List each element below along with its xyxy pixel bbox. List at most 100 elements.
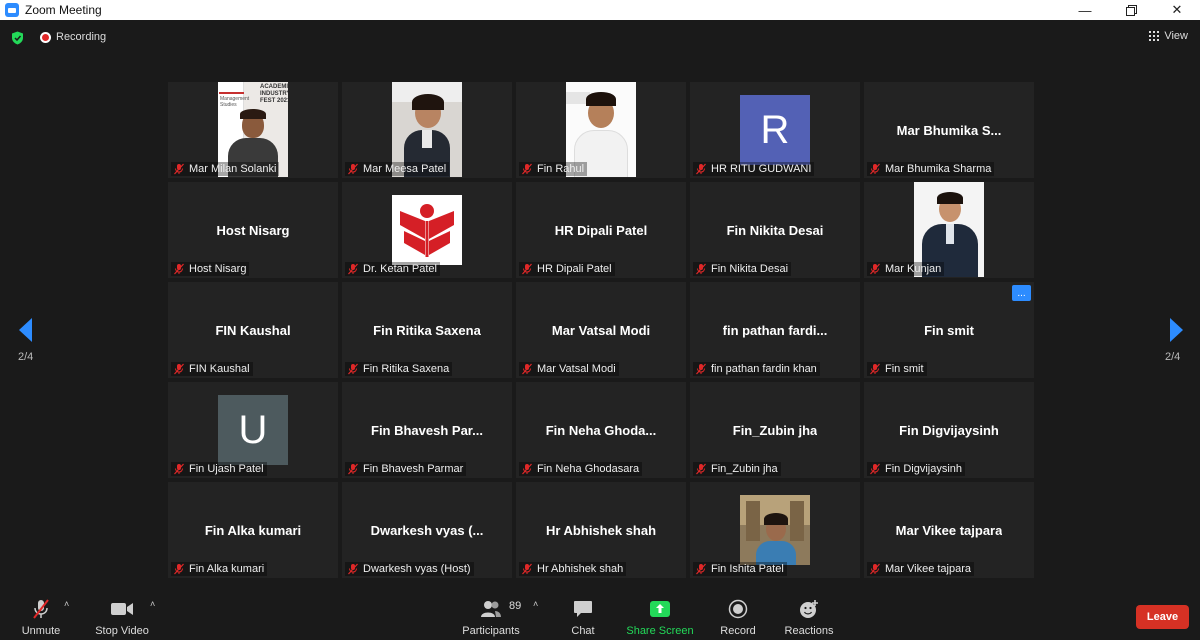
participant-display-name: Mar Vikee tajpara (895, 522, 1003, 538)
participant-tile[interactable]: Fin Ritika Saxena Fin Ritika Saxena (342, 282, 512, 378)
record-label: Record (720, 625, 756, 637)
muted-mic-icon (522, 263, 532, 275)
grid-view-icon (1149, 31, 1160, 41)
participant-tile[interactable]: HR Dipali Patel HR Dipali Patel (516, 182, 686, 278)
muted-mic-icon (870, 163, 880, 175)
participant-tile[interactable]: FIN Kaushal FIN Kaushal (168, 282, 338, 378)
minimize-icon[interactable]: — (1062, 0, 1108, 20)
reactions-button[interactable]: Reactions (782, 596, 836, 640)
muted-mic-icon (348, 563, 358, 575)
audio-options-caret-icon[interactable]: ˄ (64, 599, 69, 609)
participant-display-name: Hr Abhishek shah (545, 522, 657, 538)
participant-name-label: Fin Alka kumari (171, 562, 268, 576)
leave-button[interactable]: Leave (1136, 605, 1189, 629)
previous-page-arrow-icon[interactable] (17, 317, 35, 343)
participant-display-name: Fin Neha Ghoda... (545, 422, 657, 438)
participant-name: Host Nisarg (189, 263, 247, 275)
participant-tile[interactable]: fin pathan fardi... fin pathan fardin kha… (690, 282, 860, 378)
participant-display-name: Mar Vatsal Modi (551, 322, 651, 338)
muted-mic-icon (870, 463, 880, 475)
chat-button[interactable]: Chat (568, 596, 598, 640)
more-options-button[interactable]: ... (1012, 285, 1031, 301)
participant-tile[interactable]: Dr. Ketan Patel (342, 182, 512, 278)
video-options-caret-icon[interactable]: ˄ (150, 599, 155, 609)
participant-name: HR Dipali Patel (537, 263, 612, 275)
participant-name-label: Mar Meesa Patel (345, 162, 450, 176)
participant-display-name: Fin Digvijaysinh (899, 422, 999, 438)
participant-name: Mar Vatsal Modi (537, 363, 616, 375)
muted-mic-icon (348, 263, 358, 275)
participant-display-name: Fin Ritika Saxena (373, 322, 481, 338)
participant-display-name: HR Dipali Patel (554, 222, 648, 238)
view-button[interactable]: View (1149, 30, 1188, 42)
participant-tile[interactable]: Mar Bhumika S... Mar Bhumika Sharma (864, 82, 1034, 178)
stop-video-button[interactable]: Stop Video (92, 596, 152, 640)
participant-tile[interactable]: Fin_Zubin jha Fin_Zubin jha (690, 382, 860, 478)
muted-mic-icon (696, 363, 706, 375)
muted-mic-icon (174, 163, 184, 175)
participant-name-label: Fin Neha Ghodasara (519, 462, 643, 476)
share-screen-icon (649, 598, 671, 620)
participant-display-name: Fin_Zubin jha (732, 422, 818, 438)
participant-tile[interactable]: Fin Neha Ghoda... Fin Neha Ghodasara (516, 382, 686, 478)
record-button[interactable]: Record (719, 596, 757, 640)
muted-mic-icon (348, 363, 358, 375)
participant-tile[interactable]: Fin Rahul (516, 82, 686, 178)
muted-mic-icon (870, 563, 880, 575)
participant-video (740, 495, 810, 565)
participants-button[interactable]: 89 Participants (460, 596, 522, 640)
participant-name-label: Mar Kunjan (867, 262, 945, 276)
participant-tile[interactable]: Fin Ishita Patel (690, 482, 860, 578)
close-icon[interactable]: ✕ (1154, 0, 1200, 20)
participant-tile[interactable]: Host Nisarg Host Nisarg (168, 182, 338, 278)
shield-icon[interactable] (11, 31, 24, 45)
muted-mic-icon (522, 363, 532, 375)
participant-tile[interactable]: U Fin Ujash Patel (168, 382, 338, 478)
participant-tile[interactable]: Dwarkesh vyas (... Dwarkesh vyas (Host) (342, 482, 512, 578)
unmute-button[interactable]: Unmute (18, 596, 64, 640)
participant-tile[interactable]: Mar Vatsal Modi Mar Vatsal Modi (516, 282, 686, 378)
participant-name-label: Fin Bhavesh Parmar (345, 462, 467, 476)
banner-line: FEST 2021 (260, 98, 288, 104)
chat-label: Chat (571, 625, 595, 637)
participant-tile[interactable]: Fin Bhavesh Par... Fin Bhavesh Parmar (342, 382, 512, 478)
participant-name-label: Mar Vikee tajpara (867, 562, 975, 576)
participant-name: Fin Ishita Patel (711, 563, 784, 575)
participant-name-label: FIN Kaushal (171, 362, 253, 376)
record-icon (728, 598, 748, 620)
recording-indicator[interactable]: Recording (40, 31, 106, 43)
window-controls: — ✕ (1062, 0, 1200, 20)
participant-tile[interactable]: Fin Alka kumari Fin Alka kumari (168, 482, 338, 578)
avatar-letter: R (740, 95, 810, 165)
participant-tile[interactable]: Fin Nikita Desai Fin Nikita Desai (690, 182, 860, 278)
participant-gallery: ACADEMIAINDUSTRYFEST 2021 Management Stud… (168, 82, 1034, 578)
participant-name-label: Fin Ujash Patel (171, 462, 267, 476)
next-page-arrow-icon[interactable] (1167, 317, 1185, 343)
participant-name: fin pathan fardin khan (711, 363, 817, 375)
participant-name: Fin Nikita Desai (711, 263, 789, 275)
participant-name: Fin Ujash Patel (189, 463, 264, 475)
participants-count: 89 (509, 600, 522, 612)
participant-display-name: Fin Alka kumari (204, 522, 302, 538)
participants-caret-icon[interactable]: ˄ (533, 599, 538, 609)
participant-name: Fin Rahul (537, 163, 585, 175)
restore-icon[interactable] (1108, 0, 1154, 20)
muted-mic-icon (870, 363, 880, 375)
participant-tile[interactable]: ACADEMIAINDUSTRYFEST 2021 Management Stud… (168, 82, 338, 178)
participant-tile[interactable]: Mar Vikee tajpara Mar Vikee tajpara (864, 482, 1034, 578)
participant-tile[interactable]: Fin Digvijaysinh Fin Digvijaysinh (864, 382, 1034, 478)
share-screen-button[interactable]: Share Screen (626, 596, 694, 640)
participant-tile[interactable]: R HR RITU GUDWANI (690, 82, 860, 178)
page-indicator-right: 2/4 (1165, 351, 1181, 363)
muted-mic-icon (174, 463, 184, 475)
share-screen-label: Share Screen (626, 625, 694, 637)
participant-name-label: Dwarkesh vyas (Host) (345, 562, 474, 576)
participant-tile[interactable]: Hr Abhishek shah Hr Abhishek shah (516, 482, 686, 578)
smiley-plus-icon (798, 598, 820, 620)
participant-display-name: Host Nisarg (216, 222, 290, 238)
muted-mic-icon (522, 463, 532, 475)
participant-tile[interactable]: Mar Meesa Patel (342, 82, 512, 178)
avatar-letter: U (218, 395, 288, 465)
participant-tile[interactable]: Fin smit... Fin smit (864, 282, 1034, 378)
participant-tile[interactable]: Mar Kunjan (864, 182, 1034, 278)
